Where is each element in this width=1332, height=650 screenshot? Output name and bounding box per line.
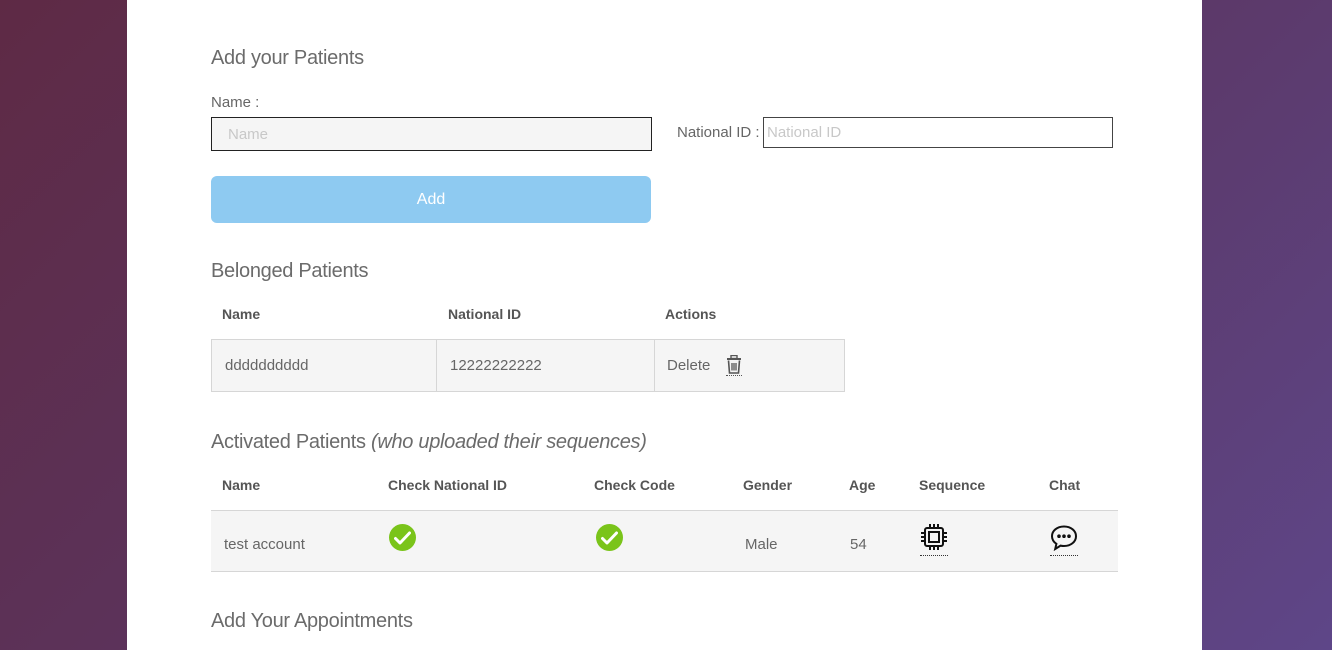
activated-patients-title: Activated Patients (who uploaded their s… xyxy=(211,431,647,454)
age-cell: 54 xyxy=(850,536,867,553)
national-id-input[interactable] xyxy=(763,117,1113,148)
belonged-header-actions: Actions xyxy=(665,306,717,322)
gender-cell: Male xyxy=(745,536,778,553)
add-patients-title: Add your Patients xyxy=(211,47,364,69)
name-input[interactable] xyxy=(211,117,652,151)
activated-header-sequence: Sequence xyxy=(919,477,986,493)
national-id-cell: 12222222222 xyxy=(450,357,542,374)
activated-title-text: Activated Patients xyxy=(211,431,366,453)
patient-name-cell: dddddddddd xyxy=(225,357,309,374)
delete-button[interactable]: Delete xyxy=(667,357,710,374)
activated-header-gender: Gender xyxy=(743,477,793,493)
belonged-header-name: Name xyxy=(222,306,261,322)
belonged-header-national-id: National ID xyxy=(448,306,522,322)
belonged-patients-title: Belonged Patients xyxy=(211,260,369,282)
activated-subtitle: (who uploaded their sequences) xyxy=(370,431,647,453)
column-divider xyxy=(654,340,655,391)
add-patient-button[interactable]: Add xyxy=(211,176,651,223)
table-row: test account Male 54 xyxy=(211,510,1118,572)
national-id-label: National ID : xyxy=(677,124,760,141)
name-label: Name : xyxy=(211,94,260,111)
activated-header-name: Name xyxy=(222,477,261,493)
activated-header-check-national-id: Check National ID xyxy=(388,477,508,493)
chat-bubble-icon[interactable] xyxy=(1050,524,1078,556)
trash-icon[interactable] xyxy=(726,354,742,376)
check-circle-icon xyxy=(596,524,623,551)
activated-header-check-code: Check Code xyxy=(594,477,675,493)
appointments-title: Add Your Appointments xyxy=(211,610,413,632)
chip-icon[interactable] xyxy=(920,523,948,556)
activated-header-chat: Chat xyxy=(1049,477,1081,493)
check-circle-icon xyxy=(389,524,416,551)
activated-header-age: Age xyxy=(849,477,876,493)
table-row: dddddddddd 12222222222 Delete xyxy=(211,339,845,392)
main-panel: Add your Patients Name : National ID : A… xyxy=(127,0,1202,650)
patient-name-cell: test account xyxy=(224,536,305,553)
column-divider xyxy=(436,340,437,391)
